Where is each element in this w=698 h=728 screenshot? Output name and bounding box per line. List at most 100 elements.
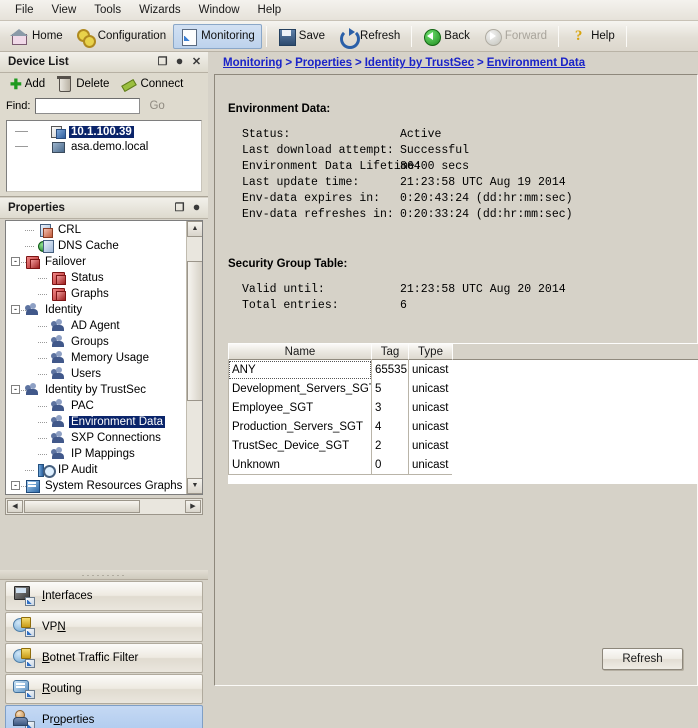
nav-button-routing[interactable]: Routing [5, 674, 203, 704]
close-icon[interactable]: ✕ [189, 55, 204, 70]
cell-tag[interactable]: 4 [371, 417, 409, 437]
tree-item-ad-agent[interactable]: AD Agent [6, 318, 185, 334]
pin-icon[interactable]: ⏺ [189, 201, 204, 216]
tree-horizontal-scrollbar[interactable]: ◀ ▶ [5, 498, 203, 515]
device-node-host[interactable]: asa.demo.local [7, 139, 201, 154]
menu-help[interactable]: Help [249, 1, 291, 19]
connect-device-button[interactable]: Connect [116, 75, 187, 94]
restore-icon[interactable]: ❐ [172, 201, 187, 216]
tree-item-identity-by-trustsec[interactable]: - Identity by TrustSec [6, 382, 185, 398]
device-tree[interactable]: 10.1.100.39 asa.demo.local [6, 120, 202, 192]
nav-button-interfaces[interactable]: Interfaces [5, 581, 203, 611]
environment-data-value: 0:20:33:24 (dd:hr:mm:sec) [400, 208, 573, 221]
breadcrumb-properties[interactable]: Properties [295, 57, 352, 69]
tree-expander-toggle[interactable]: - [11, 257, 20, 266]
security-group-table[interactable]: Name Tag Type ANY 65535 unicast Development… [228, 343, 698, 484]
cell-name[interactable]: Unknown [228, 455, 372, 475]
tree-item-pac[interactable]: PAC [6, 398, 185, 414]
menu-file[interactable]: File [6, 1, 43, 19]
cell-tag[interactable]: 5 [371, 379, 409, 399]
table-row[interactable]: Employee_SGT 3 unicast [228, 398, 698, 418]
tree-item-identity[interactable]: - Identity [6, 302, 185, 318]
column-header-type[interactable]: Type [408, 343, 453, 360]
cell-filler [452, 455, 698, 475]
delete-device-button[interactable]: Delete [52, 75, 113, 94]
cell-tag[interactable]: 2 [371, 436, 409, 456]
nav-button-vpn[interactable]: VPN [5, 612, 203, 642]
tree-item-status[interactable]: Status [6, 270, 185, 286]
table-row[interactable]: TrustSec_Device_SGT 2 unicast [228, 436, 698, 456]
cell-tag[interactable]: 0 [371, 455, 409, 475]
tree-item-sxp-connections[interactable]: SXP Connections [6, 430, 185, 446]
scroll-left-arrow[interactable]: ◀ [7, 500, 23, 513]
cell-name[interactable]: Development_Servers_SGT [228, 379, 376, 399]
find-input[interactable] [35, 98, 141, 114]
tree-item-ip-audit[interactable]: IP Audit [6, 462, 185, 478]
scroll-up-arrow[interactable]: ▲ [187, 221, 202, 237]
cell-tag[interactable]: 65535 [371, 360, 409, 380]
cell-type[interactable]: unicast [408, 417, 453, 437]
pin-icon[interactable]: ⏺ [172, 55, 187, 70]
cell-name[interactable]: Employee_SGT [228, 398, 372, 418]
tree-expander-toggle[interactable]: - [11, 305, 20, 314]
column-header-name[interactable]: Name [228, 343, 372, 360]
cell-type[interactable]: unicast [408, 398, 453, 418]
table-row[interactable]: Production_Servers_SGT 4 unicast [228, 417, 698, 437]
tree-expander-toggle[interactable]: - [11, 481, 20, 490]
go-button[interactable]: Go [145, 100, 168, 112]
menu-view[interactable]: View [43, 1, 86, 19]
tree-item-groups[interactable]: Groups [6, 334, 185, 350]
tree-item-users[interactable]: Users [6, 366, 185, 382]
tree-item-graphs[interactable]: Graphs [6, 286, 185, 302]
table-row[interactable]: ANY 65535 unicast [228, 360, 698, 380]
menu-wizards[interactable]: Wizards [130, 1, 190, 19]
environment-data-key: Environment Data Lifetime: [242, 160, 422, 173]
cell-name[interactable]: ANY [228, 360, 372, 380]
cell-type[interactable]: unicast [408, 455, 453, 475]
tree-item-blocks[interactable]: Blocks [6, 494, 185, 495]
cell-name[interactable]: Production_Servers_SGT [228, 417, 372, 437]
tree-item-dns-cache[interactable]: DNS Cache [6, 238, 185, 254]
tree-vertical-scrollbar[interactable]: ▲ ▼ [186, 221, 202, 494]
breadcrumb-environment-data[interactable]: Environment Data [487, 57, 585, 69]
cell-tag[interactable]: 3 [371, 398, 409, 418]
menu-window[interactable]: Window [190, 1, 249, 19]
tree-item-environment-data[interactable]: Environment Data [6, 414, 185, 430]
splitter-grip[interactable]: ········· [0, 570, 208, 580]
tree-item-failover[interactable]: - Failover [6, 254, 185, 270]
add-device-button[interactable]: ✚ Add [6, 76, 49, 93]
tree-expander-toggle[interactable]: - [11, 385, 20, 394]
forward-button[interactable]: Forward [477, 24, 554, 49]
cell-name[interactable]: TrustSec_Device_SGT [228, 436, 372, 456]
table-row[interactable]: Development_Servers_SGT 5 unicast [228, 379, 698, 399]
tree-item-system-resources-graphs[interactable]: - System Resources Graphs [6, 478, 185, 494]
refresh-button[interactable]: Refresh [332, 24, 407, 49]
hscroll-thumb[interactable] [24, 500, 140, 513]
home-button[interactable]: Home [4, 24, 70, 49]
help-button[interactable]: ? Help [563, 24, 622, 49]
scroll-down-arrow[interactable]: ▼ [187, 478, 202, 494]
monitoring-button[interactable]: Monitoring [173, 23, 262, 49]
scroll-thumb[interactable] [187, 261, 202, 401]
menu-tools[interactable]: Tools [85, 1, 130, 19]
cell-type[interactable]: unicast [408, 360, 453, 380]
tree-item-memory-usage[interactable]: Memory Usage [6, 350, 185, 366]
refresh-page-button[interactable]: Refresh [602, 648, 683, 670]
tree-item-ip-mappings[interactable]: IP Mappings [6, 446, 185, 462]
restore-icon[interactable]: ❐ [155, 55, 170, 70]
cell-type[interactable]: unicast [408, 436, 453, 456]
properties-tree[interactable]: CRL DNS Cache - Failover Status Graphs - Identi… [5, 220, 203, 495]
nav-button-properties[interactable]: Properties [5, 705, 203, 728]
tree-item-crl[interactable]: CRL [6, 222, 185, 238]
configuration-button[interactable]: Configuration [70, 24, 173, 49]
scroll-right-arrow[interactable]: ▶ [185, 500, 201, 513]
column-header-tag[interactable]: Tag [371, 343, 409, 360]
cell-type[interactable]: unicast [408, 379, 453, 399]
device-node-ip[interactable]: 10.1.100.39 [7, 124, 201, 139]
nav-button-botnet-traffic-filter[interactable]: Botnet Traffic Filter [5, 643, 203, 673]
breadcrumb-identity-by-trustsec[interactable]: Identity by TrustSec [365, 57, 474, 69]
breadcrumb-monitoring[interactable]: Monitoring [223, 57, 282, 69]
save-button[interactable]: Save [271, 24, 332, 49]
back-button[interactable]: Back [416, 24, 477, 49]
table-row[interactable]: Unknown 0 unicast [228, 455, 698, 475]
